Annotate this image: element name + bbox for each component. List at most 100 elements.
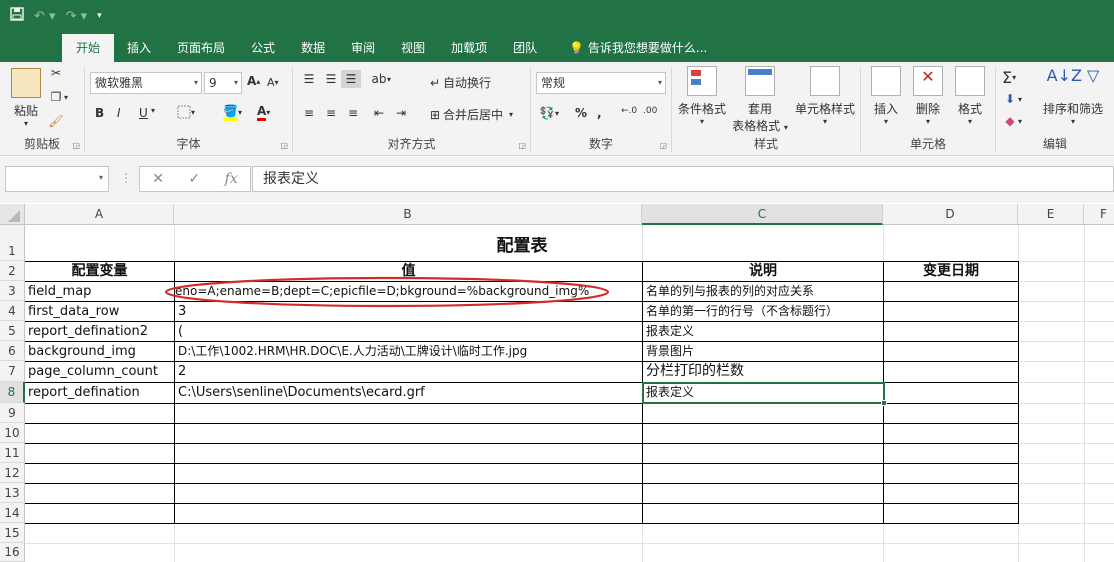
formula-bar-splitter[interactable]: ⋮ bbox=[120, 171, 132, 185]
decrease-font-icon[interactable]: A ▾ bbox=[267, 76, 279, 89]
number-format-select[interactable]: 常规 ▾ bbox=[536, 72, 666, 94]
customize-icon[interactable]: ▾ bbox=[97, 11, 102, 21]
autosum-icon[interactable]: Σ ▾ bbox=[1002, 68, 1016, 87]
dialog-launcher-icon[interactable]: ◲ bbox=[518, 141, 526, 150]
align-top-icon[interactable]: ☰ bbox=[301, 72, 317, 86]
cut-button[interactable]: ✂ bbox=[48, 66, 64, 80]
name-box[interactable]: ▾ bbox=[5, 166, 109, 192]
row-header-14[interactable]: 14 bbox=[0, 503, 25, 523]
cell-b5[interactable]: ( bbox=[175, 322, 642, 341]
tell-me-box[interactable]: 💡 告诉我您想要做什么... bbox=[556, 34, 720, 62]
cell-d3[interactable] bbox=[884, 282, 1018, 301]
cell-a5[interactable]: report_defination2 bbox=[25, 322, 174, 341]
row-header-3[interactable]: 3 bbox=[0, 281, 25, 301]
font-size-select[interactable]: 9 ▾ bbox=[204, 72, 242, 94]
merge-center-button[interactable]: ⊞ 合并后居中 ▾ bbox=[427, 106, 513, 123]
decrease-decimal-icon[interactable]: .00 bbox=[643, 106, 657, 116]
format-cells-button[interactable]: 格式 ▾ bbox=[949, 66, 991, 126]
delete-cells-button[interactable]: ✕ 删除 ▾ bbox=[907, 66, 949, 126]
tab-home[interactable]: 开始 bbox=[62, 34, 115, 62]
row-header-5[interactable]: 5 bbox=[0, 321, 25, 341]
row-header-11[interactable]: 11 bbox=[0, 443, 25, 463]
row-header-7[interactable]: 7 bbox=[0, 361, 25, 382]
select-all-corner[interactable] bbox=[0, 204, 25, 225]
cell-a7[interactable]: page_column_count bbox=[25, 362, 174, 382]
row-header-4[interactable]: 4 bbox=[0, 301, 25, 321]
cell-styles-button[interactable]: 单元格样式 ▾ bbox=[790, 66, 860, 126]
copy-button[interactable]: ❐ ▾ bbox=[48, 90, 68, 104]
format-as-table-button[interactable]: 套用 表格格式 ▾ bbox=[728, 66, 792, 134]
bold-button[interactable]: B bbox=[95, 106, 104, 120]
cell-d5[interactable] bbox=[884, 322, 1018, 341]
sort-filter-button[interactable]: A↓Z ▽ 排序和筛选 ▾ bbox=[1034, 66, 1112, 126]
cell-d6[interactable] bbox=[884, 342, 1018, 361]
clear-icon[interactable]: ◆ ▾ bbox=[1002, 114, 1022, 128]
tab-formulas[interactable]: 公式 bbox=[238, 34, 288, 62]
cell-c4[interactable]: 名单的第一行的行号（不含标题行） bbox=[643, 302, 883, 321]
formula-input[interactable]: 报表定义 bbox=[252, 166, 1114, 192]
increase-font-icon[interactable]: A ▴ bbox=[247, 74, 260, 88]
column-header-b[interactable]: B bbox=[174, 204, 642, 225]
tab-view[interactable]: 视图 bbox=[388, 34, 438, 62]
paste-button[interactable]: 粘贴 ▾ bbox=[8, 68, 44, 128]
insert-cells-button[interactable]: 插入 ▾ bbox=[865, 66, 907, 126]
format-painter-button[interactable]: 🖌 bbox=[48, 114, 64, 128]
fill-icon[interactable]: ⬇ ▾ bbox=[1002, 92, 1022, 106]
cancel-icon[interactable]: ✕ bbox=[152, 171, 164, 187]
italic-button[interactable]: I bbox=[117, 106, 121, 120]
percent-button[interactable]: % bbox=[575, 106, 587, 120]
tab-data[interactable]: 数据 bbox=[288, 34, 338, 62]
orientation-icon[interactable]: ab ▾ bbox=[371, 72, 392, 86]
dialog-launcher-icon[interactable]: ◲ bbox=[280, 141, 288, 150]
increase-indent-icon[interactable]: ⇥ bbox=[393, 106, 409, 120]
save-icon[interactable] bbox=[10, 7, 24, 25]
undo-icon[interactable]: ↶ ▾ bbox=[34, 9, 56, 24]
row-header-10[interactable]: 10 bbox=[0, 423, 25, 443]
column-header-c[interactable]: C bbox=[642, 204, 883, 225]
row-header-8[interactable]: 8 bbox=[0, 382, 25, 403]
cell-c3[interactable]: 名单的列与报表的列的对应关系 bbox=[643, 282, 883, 301]
cell-b8[interactable]: C:\Users\senline\Documents\ecard.grf bbox=[175, 383, 642, 403]
cell-a8[interactable]: report_defination bbox=[25, 383, 174, 403]
sheet-grid[interactable]: 配置表 配置变量 值 说明 变更日期 field_map eno=A;ename… bbox=[25, 225, 1114, 562]
align-right-icon[interactable]: ≡ bbox=[345, 106, 361, 120]
tab-review[interactable]: 审阅 bbox=[338, 34, 388, 62]
dialog-launcher-icon[interactable]: ◲ bbox=[659, 141, 667, 150]
cell-c6[interactable]: 背景图片 bbox=[643, 342, 883, 361]
row-header-2[interactable]: 2 bbox=[0, 261, 25, 281]
align-bottom-icon[interactable]: ☰ bbox=[341, 70, 361, 88]
cell-d8[interactable] bbox=[884, 383, 1018, 403]
font-name-select[interactable]: 微软雅黑 ▾ bbox=[90, 72, 202, 94]
cell-d4[interactable] bbox=[884, 302, 1018, 321]
fill-handle[interactable] bbox=[881, 400, 887, 406]
decrease-indent-icon[interactable]: ⇤ bbox=[371, 106, 387, 120]
conditional-format-button[interactable]: 条件格式 ▾ bbox=[674, 66, 730, 126]
row-header-9[interactable]: 9 bbox=[0, 403, 25, 423]
align-center-icon[interactable]: ≡ bbox=[323, 106, 339, 120]
header-description[interactable]: 说明 bbox=[643, 262, 883, 281]
cell-d7[interactable] bbox=[884, 362, 1018, 382]
align-middle-icon[interactable]: ☰ bbox=[323, 72, 339, 86]
header-change-date[interactable]: 变更日期 bbox=[884, 262, 1018, 281]
cell-a6[interactable]: background_img bbox=[25, 342, 174, 361]
tab-addins[interactable]: 加载项 bbox=[438, 34, 500, 62]
sheet-title[interactable]: 配置表 bbox=[25, 237, 1019, 259]
row-header-1[interactable]: 1 bbox=[0, 225, 25, 261]
row-header-12[interactable]: 12 bbox=[0, 463, 25, 483]
row-header-13[interactable]: 13 bbox=[0, 483, 25, 503]
cell-a3[interactable]: field_map bbox=[25, 282, 174, 301]
wrap-text-button[interactable]: ↵ 自动换行 bbox=[427, 74, 491, 91]
row-header-16[interactable]: 16 bbox=[0, 543, 25, 562]
border-icon[interactable]: ▾ bbox=[177, 105, 195, 119]
cell-a4[interactable]: first_data_row bbox=[25, 302, 174, 321]
cell-c7[interactable]: 分栏打印的栏数 bbox=[643, 362, 883, 382]
insert-function-icon[interactable]: fx bbox=[225, 171, 238, 187]
column-header-a[interactable]: A bbox=[25, 204, 174, 225]
column-header-f[interactable]: F bbox=[1084, 204, 1114, 225]
tab-page-layout[interactable]: 页面布局 bbox=[164, 34, 238, 62]
align-left-icon[interactable]: ≡ bbox=[301, 106, 317, 120]
chevron-down-icon[interactable]: ▾ bbox=[151, 106, 155, 115]
tab-team[interactable]: 团队 bbox=[500, 34, 550, 62]
comma-button[interactable]: , bbox=[597, 106, 602, 120]
dialog-launcher-icon[interactable]: ◲ bbox=[72, 141, 80, 150]
